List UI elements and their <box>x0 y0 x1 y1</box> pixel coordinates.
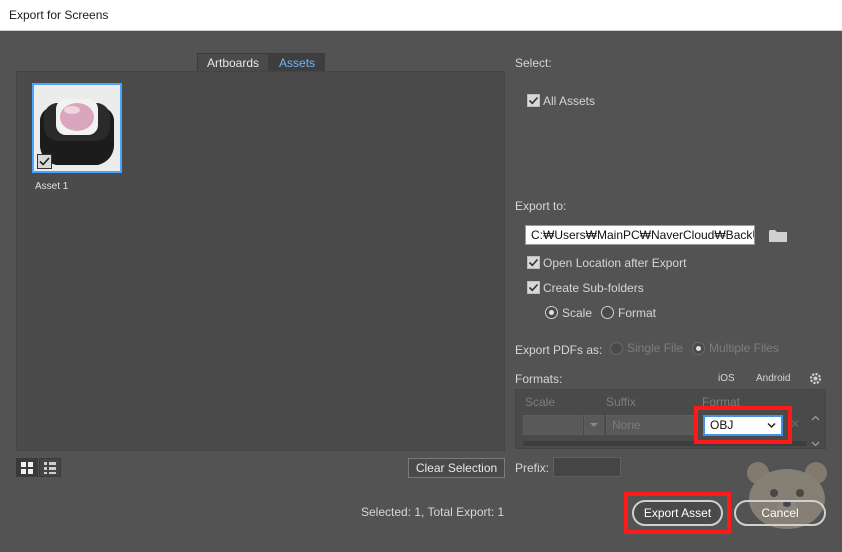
export-highlight-box <box>624 492 731 534</box>
checkmark-icon <box>39 157 50 166</box>
cancel-button[interactable]: Cancel <box>734 500 826 526</box>
tab-artboards[interactable]: Artboards <box>197 53 270 72</box>
open-location-checkbox[interactable] <box>527 256 540 269</box>
grid-view-button[interactable] <box>16 458 38 477</box>
asset-label: Asset 1 <box>35 181 69 192</box>
scroll-up-icon[interactable] <box>811 410 820 424</box>
open-location-label: Open Location after Export <box>543 256 687 270</box>
checkmark-icon <box>528 96 539 105</box>
single-file-radio[interactable] <box>610 342 623 355</box>
create-subfolders-checkbox[interactable] <box>527 281 540 294</box>
list-icon <box>44 461 56 474</box>
tab-assets[interactable]: Assets <box>269 53 326 72</box>
gear-icon[interactable] <box>809 372 822 388</box>
view-toggle-group <box>16 458 61 477</box>
single-file-label: Single File <box>627 341 684 355</box>
create-subfolders-label: Create Sub-folders <box>543 281 644 295</box>
format-radio[interactable] <box>601 306 614 319</box>
checkmark-icon <box>528 258 539 267</box>
scroll-down-icon[interactable] <box>811 436 820 450</box>
asset-checkbox[interactable] <box>37 154 52 169</box>
chevron-down-icon <box>590 423 598 427</box>
asset-thumbnail[interactable] <box>32 83 122 173</box>
grid-icon <box>21 461 33 474</box>
list-view-button[interactable] <box>39 458 61 477</box>
export-pdfs-heading: Export PDFs as: <box>515 343 603 357</box>
folder-icon[interactable] <box>769 229 787 245</box>
prefix-label: Prefix: <box>515 461 550 475</box>
prefix-input[interactable] <box>553 457 621 477</box>
ios-preset-button[interactable]: iOS <box>718 373 735 384</box>
view-tabs: Artboards Assets <box>197 53 326 72</box>
all-assets-checkbox[interactable] <box>527 94 540 107</box>
title-bar: Export for Screens <box>0 0 842 31</box>
multiple-files-radio[interactable] <box>692 342 705 355</box>
format-highlight-box <box>694 406 792 444</box>
export-to-heading: Export to: <box>515 199 567 213</box>
export-status-text: Selected: 1, Total Export: 1 <box>361 505 505 519</box>
scale-field[interactable] <box>523 415 583 435</box>
multiple-files-label: Multiple Files <box>709 341 780 355</box>
select-heading: Select: <box>515 56 552 70</box>
checkmark-icon <box>528 283 539 292</box>
column-scale: Scale <box>525 395 556 409</box>
format-radio-label: Format <box>618 306 657 320</box>
assets-panel: Asset 1 <box>16 71 505 451</box>
scale-radio-label: Scale <box>562 306 593 320</box>
scale-dropdown-button[interactable] <box>584 415 604 435</box>
scale-radio[interactable] <box>545 306 558 319</box>
formats-heading: Formats: <box>515 372 563 386</box>
android-preset-button[interactable]: Android <box>756 373 790 384</box>
clear-selection-button[interactable]: Clear Selection <box>408 458 505 478</box>
column-suffix: Suffix <box>606 395 636 409</box>
window-title: Export for Screens <box>9 8 109 22</box>
suffix-field[interactable]: None <box>606 415 696 435</box>
export-path-input[interactable]: C:₩Users₩MainPC₩NaverCloud₩BackUp <box>525 225 755 245</box>
all-assets-label: All Assets <box>543 94 596 108</box>
